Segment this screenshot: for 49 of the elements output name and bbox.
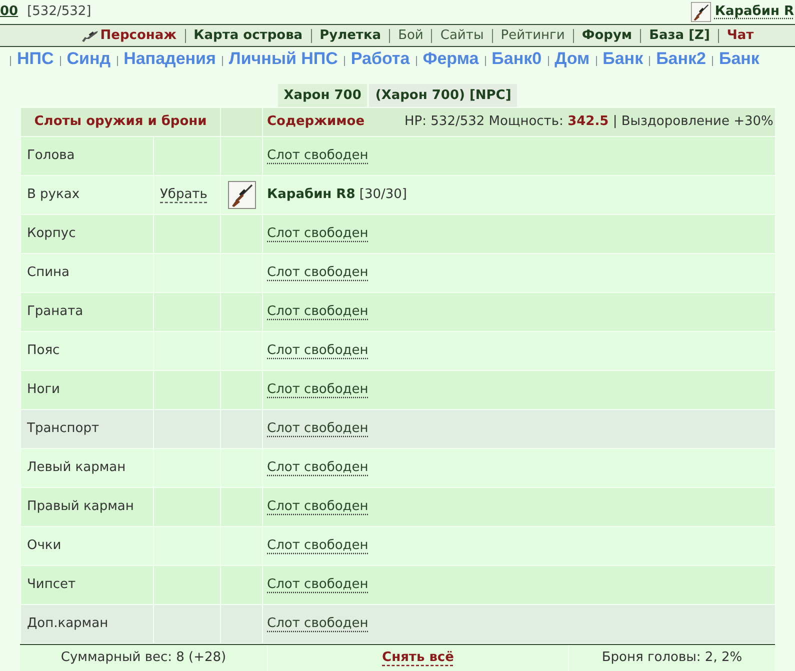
slot-name: Очки <box>27 538 62 554</box>
tab[interactable]: (Харон 700) [NPC] <box>369 84 518 107</box>
hp-text: [532/532] <box>27 3 92 21</box>
nav-link[interactable]: Сайты <box>440 26 484 46</box>
nav-link[interactable]: Рейтинги <box>500 26 565 46</box>
nav-link[interactable]: Персонаж <box>100 26 177 46</box>
empty-slot-link[interactable]: Слот свободен <box>267 148 368 164</box>
rifle-icon <box>81 30 100 42</box>
slot-name: Чипсет <box>27 577 76 592</box>
tab[interactable]: Харон 700 <box>278 84 368 107</box>
rifle-icon <box>228 181 256 209</box>
nav-link[interactable]: Рулетка <box>320 26 382 46</box>
slot-name: Граната <box>27 304 84 320</box>
empty-slot-link[interactable]: Слот свободен <box>267 577 368 592</box>
empty-slot-link[interactable]: Слот свободен <box>267 421 368 436</box>
empty-slot-link[interactable]: Слот свободен <box>267 343 368 358</box>
slot-name: Пояс <box>27 343 60 358</box>
nav-link[interactable]: База [Z] <box>649 26 710 46</box>
empty-slot-link[interactable]: Слот свободен <box>267 265 368 280</box>
slot-name: Ноги <box>27 382 60 398</box>
empty-slot-link[interactable]: Слот свободен <box>267 304 368 320</box>
empty-slot-link[interactable]: Слот свободен <box>267 226 368 242</box>
column-header: Слоты оружия и брони <box>20 108 221 136</box>
weapon-link[interactable]: Карабин R <box>714 2 794 22</box>
remove-all-link[interactable]: Снять всё <box>382 648 454 668</box>
head-armor-text: Броня головы: 2, 2% <box>602 649 742 668</box>
empty-slot-link[interactable]: Слот свободен <box>267 538 368 554</box>
empty-slot-link[interactable]: Слот свободен <box>267 499 368 514</box>
slot-name: Правый карман <box>27 499 134 514</box>
slot-name: В руках <box>27 187 80 202</box>
stats-text: HP: 532/532 Мощность: 342.5 | Выздоровление +30% <box>404 113 774 132</box>
slot-name: Доп.карман <box>27 616 108 632</box>
item-text: Карабин R8 [30/30] <box>267 187 407 202</box>
empty-slot-link[interactable]: Слот свободен <box>267 460 368 476</box>
column-header: Содержимое <box>267 113 365 132</box>
character-link[interactable]: 00 <box>0 2 18 22</box>
empty-slot-link[interactable]: Слот свободен <box>267 616 368 632</box>
slot-name: Голова <box>27 148 75 164</box>
empty-slot-link[interactable]: Слот свободен <box>267 382 368 398</box>
slot-name: Спина <box>27 265 70 280</box>
nav-link[interactable]: Карта острова <box>194 26 303 46</box>
slot-name: Транспорт <box>27 421 100 436</box>
nav-link[interactable]: Форум <box>582 26 632 46</box>
nav-link[interactable]: Бой <box>398 26 424 46</box>
slot-name: Левый карман <box>27 460 126 476</box>
nav-link[interactable]: Чат <box>726 26 754 46</box>
weight-text: Суммарный вес: 8 (+28) <box>60 649 226 668</box>
rifle-icon <box>690 2 711 22</box>
slot-name: Корпус <box>27 226 76 242</box>
